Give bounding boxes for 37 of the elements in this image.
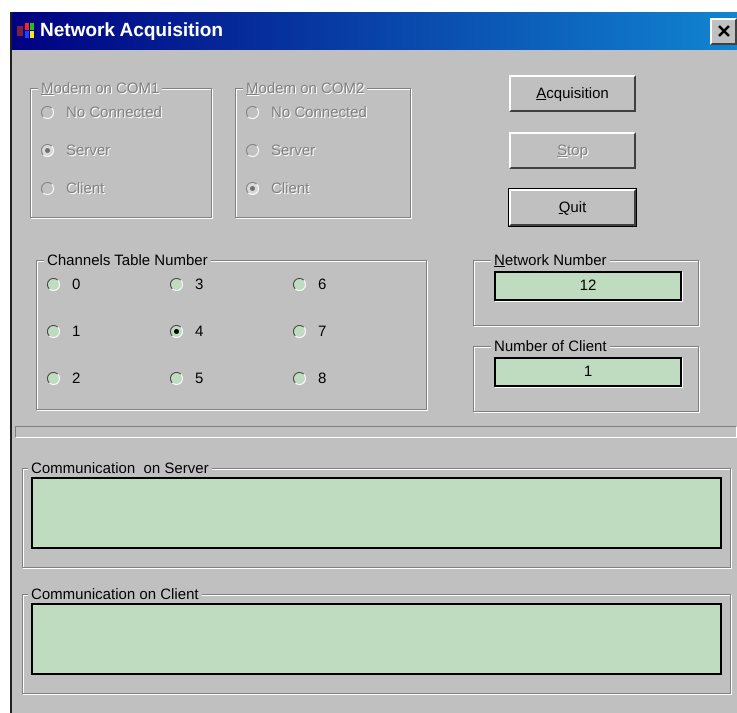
radio-button[interactable] <box>47 372 60 384</box>
radio-button[interactable] <box>293 278 306 290</box>
close-icon <box>716 24 730 38</box>
window-title: Network Acquisition <box>40 20 224 42</box>
radio-button[interactable] <box>293 372 306 384</box>
radio-label: 2 <box>72 370 80 386</box>
radio-label: 3 <box>195 276 204 292</box>
radio-label: 7 <box>318 322 326 340</box>
radio-button[interactable] <box>170 278 183 290</box>
text-area[interactable] <box>31 603 722 675</box>
group-label: Modem on COM2 <box>243 80 368 97</box>
text-area[interactable] <box>31 477 722 549</box>
group-label: Modem on COM1 <box>38 80 162 97</box>
push-button[interactable]: Quit <box>509 189 636 226</box>
app-icon <box>16 21 36 41</box>
radio-label: No Connected <box>66 104 162 120</box>
radio-label: Client <box>271 180 310 196</box>
radio-label: Client <box>66 180 104 196</box>
radio-label: No Connected <box>271 104 367 120</box>
radio-label: 8 <box>318 370 326 386</box>
radio-button[interactable] <box>47 324 60 338</box>
radio-label: 4 <box>195 322 204 340</box>
push-button[interactable]: Acquisition <box>509 75 636 112</box>
close-button[interactable] <box>710 18 737 44</box>
radio-button[interactable] <box>170 324 183 338</box>
radio-button[interactable] <box>293 324 306 338</box>
number-field[interactable]: 12 <box>494 271 682 301</box>
radio-button[interactable] <box>170 372 183 384</box>
number-field[interactable]: 1 <box>494 357 682 387</box>
radio-button[interactable] <box>47 278 60 290</box>
radio-label: 0 <box>72 276 80 292</box>
radio-label: 5 <box>195 370 204 386</box>
group-label: Network Number <box>491 252 610 269</box>
radio-label: 1 <box>72 322 80 340</box>
radio-label: Server <box>271 142 316 158</box>
radio-label: Server <box>66 142 110 158</box>
radio-label: 6 <box>318 276 326 292</box>
